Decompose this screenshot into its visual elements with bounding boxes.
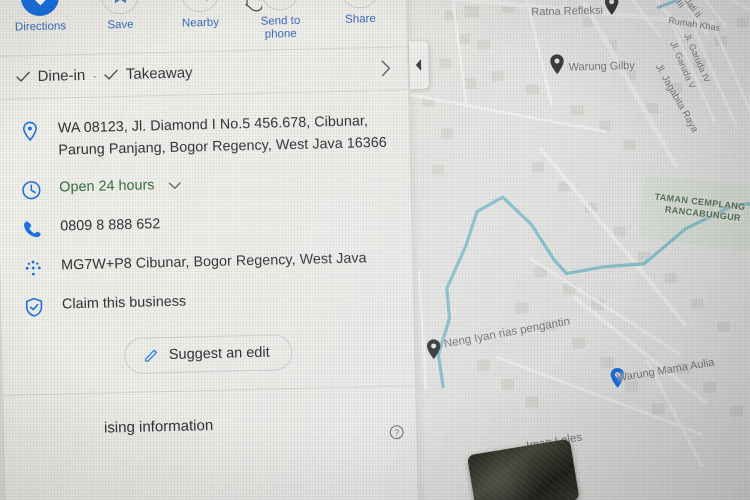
check-icon: [16, 72, 30, 83]
send-to-phone-button[interactable]: Send to phone: [241, 0, 319, 43]
save-icon-circle: [100, 0, 140, 15]
nearby-button[interactable]: Nearby: [161, 0, 239, 44]
svg-text:?: ?: [394, 427, 399, 437]
phone-icon: [21, 218, 44, 241]
plus-code-text: MG7W+P8 Cibunar, Bogor Regency, West Jav…: [60, 250, 367, 274]
chevron-right-icon[interactable]: [380, 60, 391, 77]
tilted-screen-content: Jl. Jagabita RayaRatna RefleksiWarung Gi…: [0, 0, 750, 500]
chevron-down-icon[interactable]: [168, 182, 181, 190]
google-maps-place-screenshot: Jl. Jagabita RayaRatna RefleksiWarung Gi…: [0, 0, 750, 500]
check-icon: [104, 70, 119, 80]
map-label: Ratna Refleksi: [531, 4, 603, 19]
bottom-section-text: ising information: [103, 417, 214, 437]
dine-in-label: Dine-in: [37, 67, 86, 86]
directions-button[interactable]: Directions: [1, 0, 79, 48]
location-pin-icon: [19, 120, 42, 143]
share-label: Share: [344, 13, 376, 26]
nearby-icon-circle: [180, 0, 220, 13]
address-row[interactable]: WA 08123, Jl. Diamond I No.5 456.678, Ci…: [0, 103, 410, 172]
suggest-edit-button[interactable]: Suggest an edit: [123, 334, 294, 375]
collapse-panel-handle[interactable]: [408, 40, 430, 90]
directions-icon: [32, 0, 48, 5]
share-button[interactable]: Share: [321, 0, 399, 41]
claim-business-row[interactable]: Claim this business: [1, 279, 414, 328]
map-photo-thumbnail[interactable]: [466, 438, 580, 500]
pin-warung-gilby[interactable]: [549, 54, 564, 75]
save-label: Save: [107, 18, 134, 32]
plus-code-icon: [22, 257, 45, 280]
pin-neng-iyan[interactable]: [426, 339, 441, 360]
help-icon[interactable]: ?: [389, 424, 404, 440]
map-label: Warung Gilby: [568, 59, 635, 74]
pencil-icon: [144, 349, 157, 363]
takeaway-label: Takeaway: [125, 64, 193, 84]
service-option-separator: ·: [92, 67, 98, 84]
bottom-section[interactable]: ising information: [3, 387, 416, 441]
nearby-search-icon: [201, 0, 207, 1]
hours-text: Open 24 hours: [59, 177, 155, 196]
bookmark-icon: [114, 0, 126, 3]
directions-label: Directions: [14, 20, 67, 34]
service-option-takeaway: Takeaway: [104, 65, 193, 84]
clock-icon: [20, 179, 43, 202]
place-info-list: WA 08123, Jl. Diamond I No.5 456.678, Ci…: [0, 91, 414, 332]
directions-icon-circle: [20, 0, 60, 17]
phone-text: 0809 8 888 652: [60, 216, 161, 235]
chevron-left-icon: [416, 59, 422, 71]
nearby-label: Nearby: [181, 16, 220, 30]
claim-business-text: Claim this business: [61, 293, 187, 313]
address-text: WA 08123, Jl. Diamond I No.5 456.678, Ci…: [57, 113, 387, 159]
send-to-phone-icon-circle: [260, 0, 300, 11]
send-to-phone-icon: [270, 0, 289, 1]
suggest-edit-wrap: Suggest an edit: [2, 322, 415, 396]
suggest-edit-label: Suggest an edit: [168, 344, 270, 364]
send-to-phone-label: Send to phone: [260, 14, 301, 41]
share-icon-circle: [340, 0, 380, 9]
service-option-dine-in: Dine-in: [16, 67, 86, 86]
shield-check-icon: [23, 296, 46, 319]
pin-ratna-refleksi[interactable]: [604, 0, 619, 16]
save-button[interactable]: Save: [81, 0, 159, 46]
place-details-panel: Directions Save Nearby Send to phone Sha…: [0, 0, 419, 500]
